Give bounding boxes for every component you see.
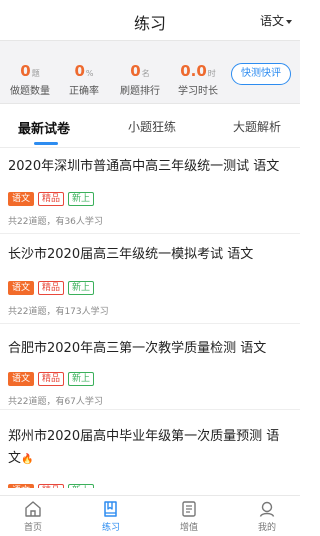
paper-meta: 共22道题，有67人学习 — [8, 397, 103, 407]
tag-subject: 语文 — [8, 372, 35, 386]
tab-latest-papers[interactable]: 最新试卷 — [18, 118, 70, 137]
paper-title-text: 郑州市2020届高中毕业年级第一次质量预测 语文 — [8, 429, 280, 466]
paper-title: 合肥市2020年高三第一次教学质量检测 语文 — [8, 341, 267, 356]
paper-tags: 语文 精品 新上 — [8, 372, 95, 386]
tag-premium: 精品 — [38, 281, 65, 295]
bottom-navigation: 首页 练习 增值 我的 — [0, 495, 300, 536]
stat-label: 做题数量 — [10, 86, 50, 97]
tag-new: 新上 — [68, 192, 95, 206]
nav-profile[interactable]: 我的 — [237, 499, 297, 533]
paper-tags: 语文 精品 新上 — [8, 281, 95, 295]
tag-premium: 精品 — [38, 484, 65, 488]
quick-test-button[interactable]: 快测快评 — [231, 63, 291, 85]
tab-quick-practice[interactable]: 小题狂练 — [128, 118, 176, 135]
paper-list: 2020年深圳市普通高中高三年级统一测试 语文 语文 精品 新上 共22道题，有… — [0, 148, 300, 488]
list-item[interactable]: 2020年深圳市普通高中高三年级统一测试 语文 语文 精品 新上 共22道题，有… — [0, 148, 300, 234]
stat-ranking: 0名 刷题排行 — [118, 61, 162, 97]
home-icon — [25, 501, 41, 517]
active-tab-indicator — [34, 142, 58, 145]
stat-unit: 名 — [141, 69, 150, 78]
stat-unit: % — [85, 69, 94, 78]
nav-label: 我的 — [257, 523, 276, 533]
tag-subject: 语文 — [8, 281, 35, 295]
nav-label: 首页 — [23, 523, 42, 533]
tab-bar: 最新试卷 小题狂练 大题解析 — [0, 104, 300, 148]
top-bar: 练习 语文 — [0, 0, 300, 40]
fire-icon: 🔥 — [21, 454, 34, 465]
tag-premium: 精品 — [38, 192, 65, 206]
stat-label: 学习时长 — [178, 86, 218, 97]
paper-meta: 共22道题，有36人学习 — [8, 217, 103, 227]
user-icon — [259, 501, 275, 517]
tag-subject: 语文 — [8, 192, 35, 206]
stat-value: 0 — [74, 62, 85, 80]
paper-title: 郑州市2020届高中毕业年级第一次质量预测 语文🔥 — [8, 426, 292, 471]
paper-title: 2020年深圳市普通高中高三年级统一测试 语文 — [8, 159, 280, 174]
stat-value: 0 — [20, 62, 31, 80]
tag-premium: 精品 — [38, 372, 65, 386]
tag-new: 新上 — [68, 372, 95, 386]
stat-study-time: 0.0时 学习时长 — [176, 61, 220, 97]
chevron-down-icon — [286, 19, 292, 24]
tag-subject: 语文 — [8, 484, 35, 488]
stat-value: 0.0 — [180, 62, 207, 80]
stats-panel: 0题 做题数量 0% 正确率 0名 刷题排行 0.0时 学习时长 快测快评 — [0, 40, 300, 104]
paper-tags: 语文 精品 新上 — [8, 484, 95, 488]
tab-big-questions[interactable]: 大题解析 — [233, 118, 281, 135]
stat-label: 刷题排行 — [120, 86, 160, 97]
subject-selector[interactable]: 语文 — [260, 12, 292, 29]
stat-unit: 时 — [207, 69, 216, 78]
document-icon — [182, 501, 196, 517]
nav-home[interactable]: 首页 — [3, 499, 63, 533]
list-item[interactable]: 合肥市2020年高三第一次教学质量检测 语文 语文 精品 新上 共22道题，有6… — [0, 324, 300, 410]
nav-value-added[interactable]: 增值 — [159, 499, 219, 533]
tag-new: 新上 — [68, 281, 95, 295]
paper-meta: 共22道题，有173人学习 — [8, 307, 109, 317]
nav-label: 练习 — [101, 523, 120, 533]
stat-accuracy: 0% 正确率 — [66, 61, 102, 97]
stat-unit: 题 — [31, 69, 40, 78]
stat-value: 0 — [130, 62, 141, 80]
stat-question-count: 0题 做题数量 — [8, 61, 52, 97]
paper-title: 长沙市2020届高三年级统一模拟考试 语文 — [8, 247, 254, 262]
list-item[interactable]: 长沙市2020届高三年级统一模拟考试 语文 语文 精品 新上 共22道题，有17… — [0, 234, 300, 324]
book-icon — [104, 501, 117, 517]
nav-practice[interactable]: 练习 — [81, 499, 141, 533]
subject-label: 语文 — [259, 14, 284, 28]
list-item[interactable]: 郑州市2020届高中毕业年级第一次质量预测 语文🔥 语文 精品 新上 — [0, 410, 300, 488]
paper-tags: 语文 精品 新上 — [8, 192, 95, 206]
stat-label: 正确率 — [69, 86, 99, 97]
nav-label: 增值 — [179, 523, 198, 533]
page-title: 练习 — [133, 14, 166, 33]
tag-new: 新上 — [68, 484, 95, 488]
